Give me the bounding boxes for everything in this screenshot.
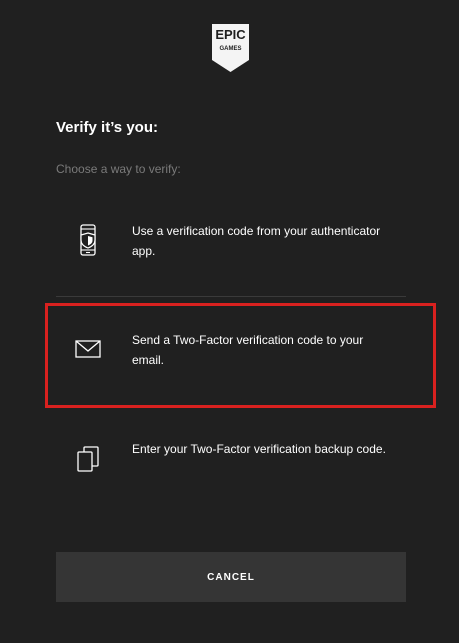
logo-text-epic: EPIC xyxy=(215,27,246,42)
page-title: Verify it’s you: xyxy=(56,119,158,136)
divider xyxy=(56,406,406,407)
option-email-label: Send a Two-Factor verification code to y… xyxy=(132,333,364,367)
option-authenticator-app[interactable]: Use a verification code from your authen… xyxy=(56,198,406,296)
option-email-code[interactable]: Send a Two-Factor verification code to y… xyxy=(56,306,406,404)
divider xyxy=(56,296,406,297)
phone-shield-icon xyxy=(74,224,102,256)
cancel-button[interactable]: CANCEL xyxy=(56,552,406,602)
logo-text-games: GAMES xyxy=(219,46,242,52)
envelope-icon xyxy=(74,333,102,363)
option-backup-label: Enter your Two-Factor verification backu… xyxy=(132,442,386,456)
backup-copies-icon xyxy=(74,444,102,474)
option-backup-code[interactable]: Enter your Two-Factor verification backu… xyxy=(56,416,406,514)
option-authenticator-label: Use a verification code from your authen… xyxy=(132,224,381,258)
page-subtitle: Choose a way to verify: xyxy=(56,162,181,176)
epic-games-logo: EPIC GAMES xyxy=(209,22,252,74)
